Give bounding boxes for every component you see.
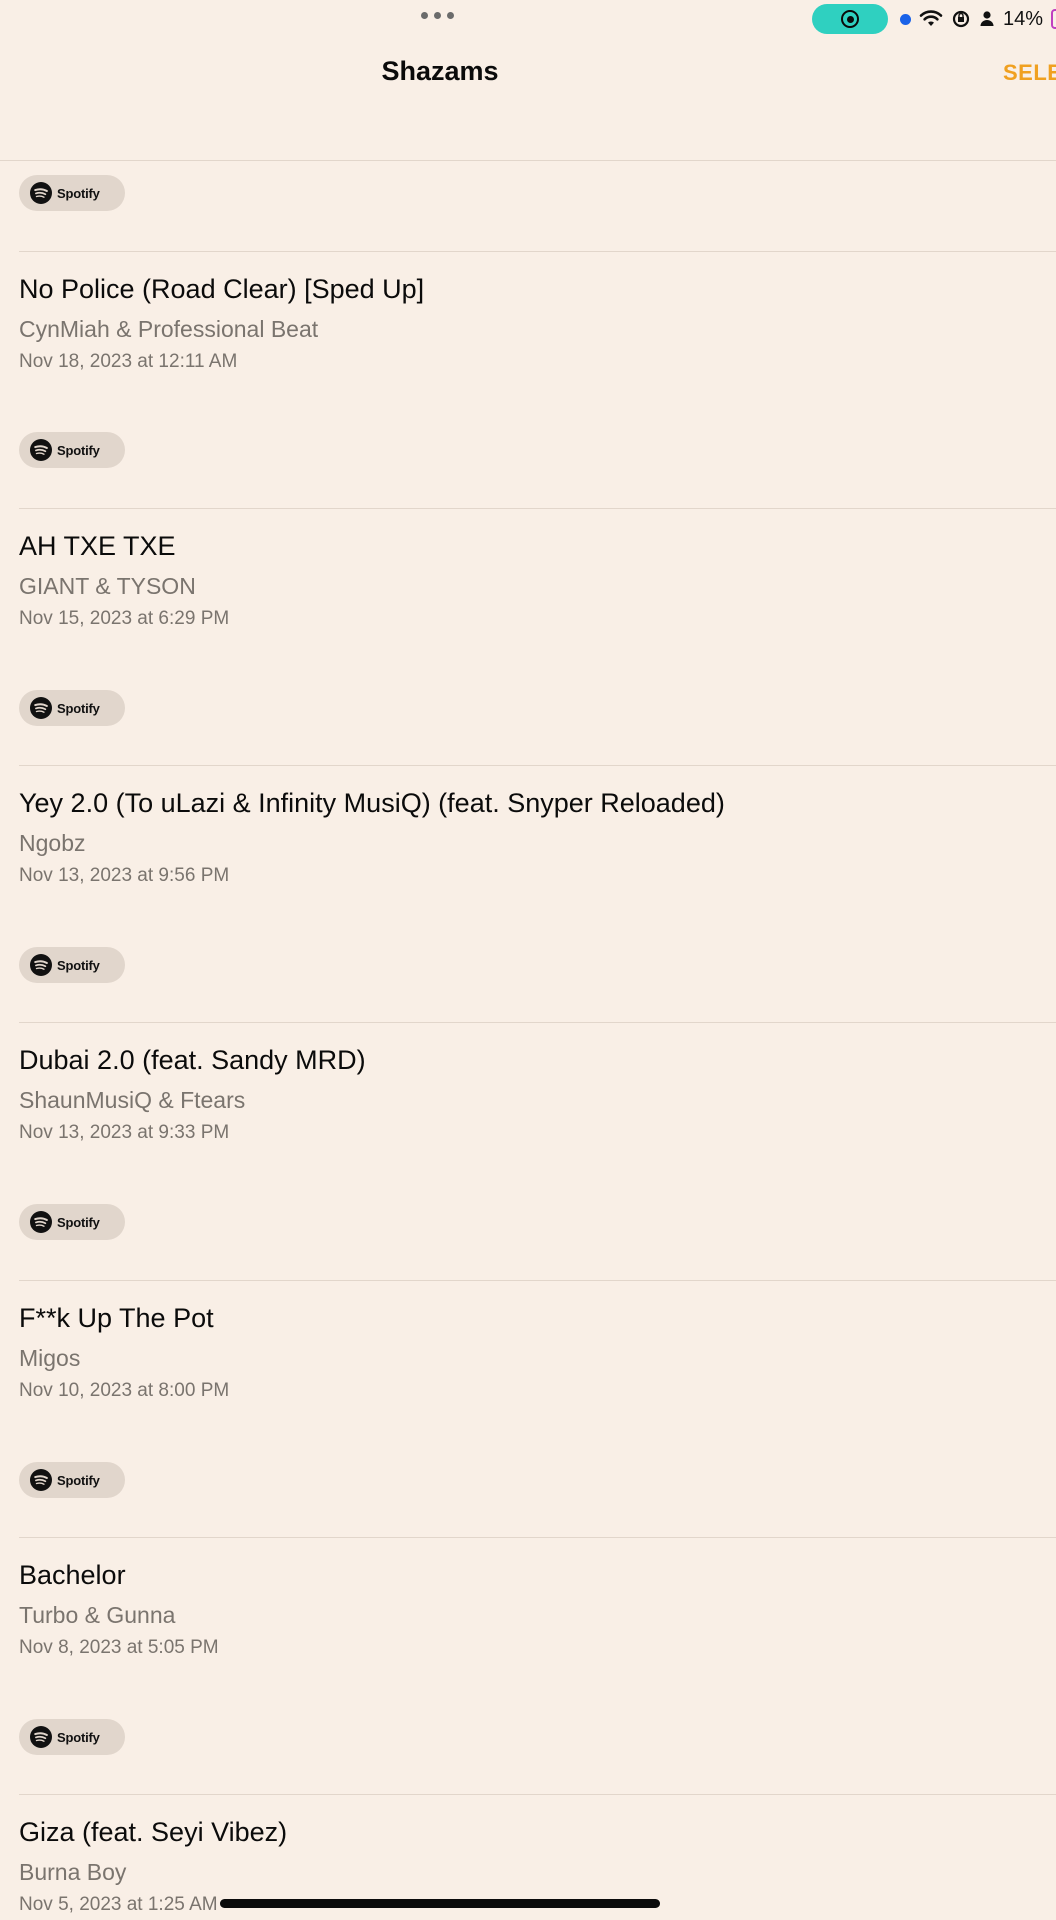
row-divider bbox=[19, 1022, 1056, 1023]
screen-recording-indicator[interactable] bbox=[812, 4, 888, 34]
song-date: Nov 8, 2023 at 5:05 PM bbox=[19, 1637, 219, 1658]
spotify-icon bbox=[30, 697, 52, 719]
multitasking-dots[interactable] bbox=[421, 12, 454, 19]
spotify-button[interactable]: Spotify bbox=[19, 175, 125, 211]
wifi-icon bbox=[919, 9, 943, 29]
spotify-icon bbox=[30, 182, 52, 204]
spotify-button[interactable]: Spotify bbox=[19, 1462, 125, 1498]
spotify-icon bbox=[30, 439, 52, 461]
record-icon bbox=[841, 10, 859, 28]
song-date: Nov 18, 2023 at 12:11 AM bbox=[19, 351, 238, 372]
song-title: Dubai 2.0 (feat. Sandy MRD) bbox=[19, 1045, 366, 1075]
row-divider bbox=[19, 251, 1056, 252]
song-date: Nov 10, 2023 at 8:00 PM bbox=[19, 1380, 230, 1401]
song-date: Nov 13, 2023 at 9:33 PM bbox=[19, 1122, 230, 1143]
battery-percentage: 14% bbox=[1003, 7, 1044, 30]
song-title: Yey 2.0 (To uLazi & Infinity MusiQ) (fea… bbox=[19, 788, 725, 818]
spotify-label: Spotify bbox=[57, 1472, 100, 1488]
song-artist: Migos bbox=[19, 1345, 81, 1371]
battery-icon bbox=[1051, 9, 1056, 29]
spotify-button[interactable]: Spotify bbox=[19, 1204, 125, 1240]
person-icon bbox=[979, 9, 995, 29]
song-artist: CynMiah & Professional Beat bbox=[19, 316, 319, 342]
orientation-lock-icon bbox=[951, 9, 971, 29]
spotify-button[interactable]: Spotify bbox=[19, 690, 125, 726]
status-bar: 14% bbox=[0, 0, 1056, 40]
row-divider bbox=[19, 1280, 1056, 1281]
song-title: Bachelor bbox=[19, 1560, 126, 1590]
song-date: Nov 15, 2023 at 6:29 PM bbox=[19, 608, 230, 629]
song-artist: Turbo & Gunna bbox=[19, 1602, 176, 1628]
spotify-label: Spotify bbox=[57, 442, 100, 458]
page-title: Shazams bbox=[381, 56, 499, 86]
location-dot-icon bbox=[900, 13, 911, 25]
song-artist: Ngobz bbox=[19, 830, 86, 856]
spotify-label: Spotify bbox=[57, 700, 100, 716]
home-indicator[interactable] bbox=[220, 1899, 660, 1908]
song-title: No Police (Road Clear) [Sped Up] bbox=[19, 274, 425, 304]
select-button[interactable]: SELE bbox=[1003, 60, 1056, 86]
spotify-label: Spotify bbox=[57, 957, 100, 973]
spotify-button[interactable]: Spotify bbox=[19, 1719, 125, 1755]
spotify-button[interactable]: Spotify bbox=[19, 432, 125, 468]
song-artist: ShaunMusiQ & Ftears bbox=[19, 1087, 246, 1113]
header-divider bbox=[0, 160, 1056, 161]
spotify-label: Spotify bbox=[57, 1214, 100, 1230]
row-divider bbox=[19, 1794, 1056, 1795]
spotify-icon bbox=[30, 1469, 52, 1491]
song-title: AH TXE TXE bbox=[19, 531, 176, 561]
song-date: Nov 5, 2023 at 1:25 AM bbox=[19, 1894, 218, 1915]
row-divider bbox=[19, 508, 1056, 509]
song-title: F**k Up The Pot bbox=[19, 1303, 214, 1333]
spotify-icon bbox=[30, 1726, 52, 1748]
status-icons: 14% bbox=[812, 4, 1056, 34]
spotify-icon bbox=[30, 954, 52, 976]
spotify-label: Spotify bbox=[57, 1729, 100, 1745]
song-title: Giza (feat. Seyi Vibez) bbox=[19, 1817, 288, 1847]
song-artist: GIANT & TYSON bbox=[19, 573, 196, 599]
row-divider bbox=[19, 1537, 1056, 1538]
row-divider bbox=[19, 765, 1056, 766]
spotify-label: Spotify bbox=[57, 185, 100, 201]
spotify-button[interactable]: Spotify bbox=[19, 947, 125, 983]
spotify-icon bbox=[30, 1211, 52, 1233]
song-date: Nov 13, 2023 at 9:56 PM bbox=[19, 865, 230, 886]
song-artist: Burna Boy bbox=[19, 1859, 127, 1885]
